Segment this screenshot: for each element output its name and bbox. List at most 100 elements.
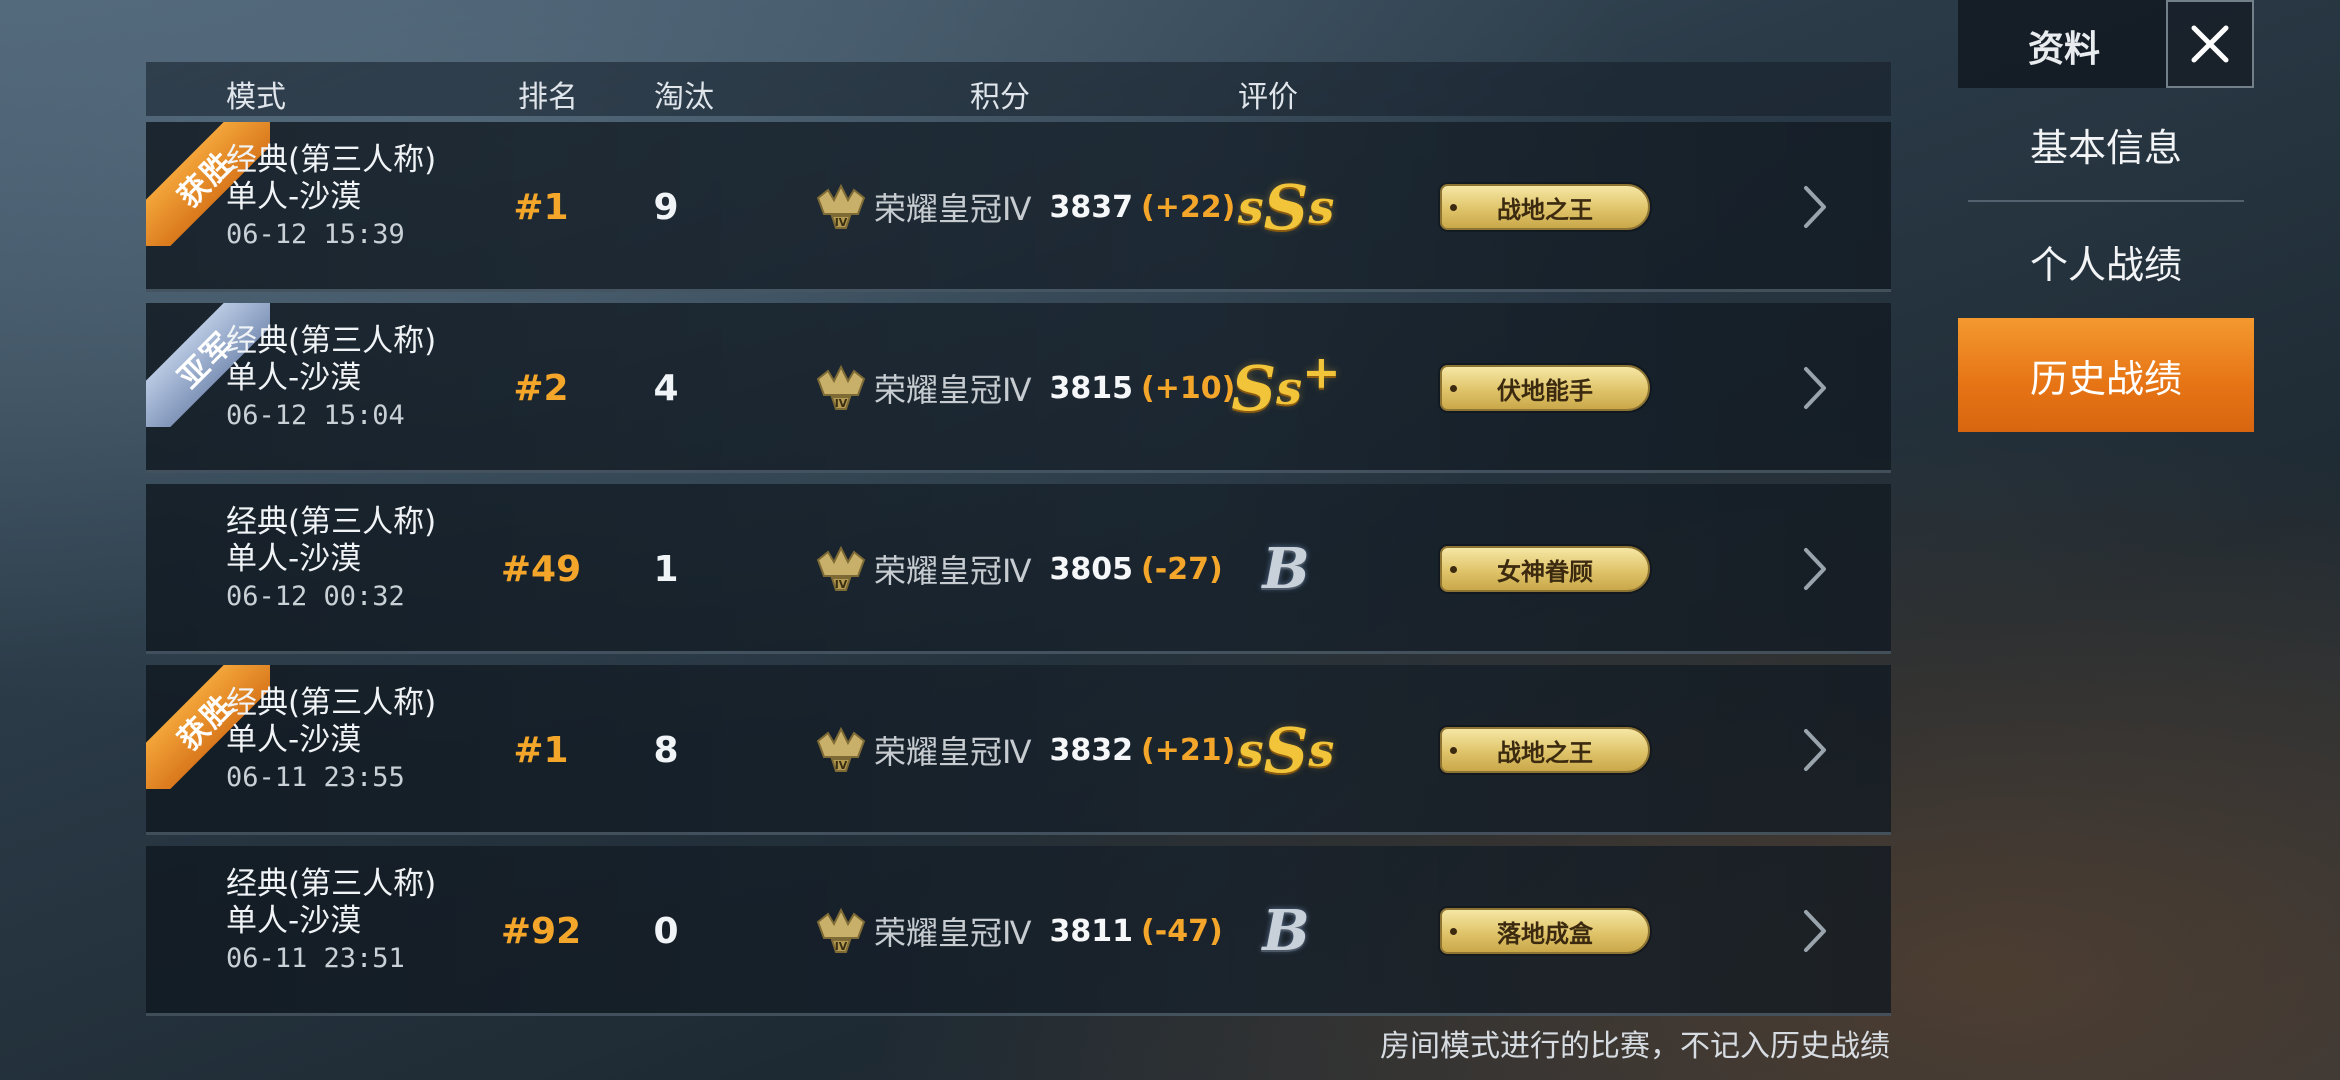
match-timestamp: 06-11 23:55: [226, 762, 405, 793]
match-list: 获胜 经典(第三人称) 单人-沙漠 06-12 15:39 #1 9 IV 荣耀…: [146, 122, 1891, 1016]
grade-letter: s: [1308, 723, 1335, 777]
tier-name: 荣耀皇冠Ⅳ: [874, 914, 1032, 952]
header-points: 积分: [970, 80, 1030, 115]
match-kills: 1: [653, 548, 679, 590]
badge-label: 落地成盒: [1497, 919, 1593, 948]
badge-label: 伏地能手: [1497, 376, 1593, 405]
tier-points: IV 荣耀皇冠Ⅳ 3837 (+22): [816, 122, 1235, 292]
match-row[interactable]: 获胜 经典(第三人称) 单人-沙漠 06-12 15:39 #1 9 IV 荣耀…: [146, 122, 1891, 292]
header-rank: 排名: [518, 80, 578, 115]
svg-text:IV: IV: [835, 216, 848, 229]
badge-dot: [1450, 385, 1457, 392]
chevron-right-icon: [1804, 186, 1826, 228]
grade-plus: +: [1302, 345, 1341, 399]
tier-score: 3815: [1049, 370, 1134, 406]
match-title-badge: 战地之王: [1440, 184, 1650, 230]
grade-letter: S: [1263, 713, 1309, 787]
row-detail-button[interactable]: [1792, 365, 1838, 411]
match-grade: B: [1216, 484, 1356, 654]
match-title-badge: 女神眷顾: [1440, 546, 1650, 592]
grade-letter: s: [1237, 723, 1264, 777]
match-grade: sSs: [1216, 122, 1356, 292]
match-title-badge: 伏地能手: [1440, 365, 1650, 411]
match-timestamp: 06-12 15:04: [226, 400, 405, 431]
match-mode: 经典(第三人称) 单人-沙漠 06-11 23:51: [226, 866, 436, 977]
row-detail-button[interactable]: [1792, 727, 1838, 773]
match-kills: 0: [653, 910, 679, 952]
match-mode: 经典(第三人称) 单人-沙漠 06-12 00:32: [226, 504, 436, 615]
match-row[interactable]: 经典(第三人称) 单人-沙漠 06-12 00:32 #49 1 IV 荣耀皇冠…: [146, 484, 1891, 654]
mode-map: 单人-沙漠: [226, 903, 362, 939]
crown-tier-icon: IV: [816, 727, 866, 772]
row-detail-button[interactable]: [1792, 546, 1838, 592]
tier-name: 荣耀皇冠Ⅳ: [874, 552, 1032, 590]
grade-letter: s: [1276, 361, 1303, 415]
tier-name: 荣耀皇冠Ⅳ: [874, 371, 1032, 409]
match-grade: sSs: [1216, 665, 1356, 835]
close-icon: [2191, 25, 2229, 63]
side-panel-header: 资料: [1958, 0, 2254, 88]
chevron-right-icon: [1804, 729, 1826, 771]
tier-name: 荣耀皇冠Ⅳ: [874, 190, 1032, 228]
match-kills: 4: [653, 367, 679, 409]
close-button[interactable]: [2166, 0, 2254, 88]
tier-score: 3805: [1049, 551, 1134, 587]
badge-dot: [1450, 566, 1457, 573]
score-delta: (-27): [1141, 551, 1223, 587]
mode-name: 经典(第三人称): [226, 685, 437, 721]
svg-text:IV: IV: [835, 578, 848, 591]
row-detail-button[interactable]: [1792, 908, 1838, 954]
tier-points: IV 荣耀皇冠Ⅳ 3811 (-47): [816, 846, 1223, 1016]
match-rank: #1: [513, 186, 569, 228]
tier-score: 3811: [1049, 913, 1134, 949]
chevron-right-icon: [1804, 548, 1826, 590]
table-header: 模式 排名 淘汰 积分 评价: [146, 62, 1891, 116]
match-timestamp: 06-12 00:32: [226, 581, 405, 612]
side-panel-title: 资料: [2028, 29, 2101, 70]
menu-item-basic-info[interactable]: 基本信息: [1968, 88, 2244, 202]
match-row[interactable]: 亚军 经典(第三人称) 单人-沙漠 06-12 15:04 #2 4 IV 荣耀…: [146, 303, 1891, 473]
menu-item-match-history[interactable]: 历史战绩: [1958, 318, 2254, 432]
tier-score: 3832: [1049, 732, 1134, 768]
match-timestamp: 06-12 15:39: [226, 219, 405, 250]
grade-letter: s: [1237, 180, 1264, 234]
badge-dot: [1450, 747, 1457, 754]
tier-score: 3837: [1049, 189, 1134, 225]
header-rating: 评价: [1238, 80, 1298, 115]
row-detail-button[interactable]: [1792, 184, 1838, 230]
match-rank: #49: [500, 548, 582, 590]
mode-name: 经典(第三人称): [226, 866, 437, 902]
menu-item-personal-stats[interactable]: 个人战绩: [1968, 204, 2244, 318]
tier-points: IV 荣耀皇冠Ⅳ 3815 (+10): [816, 303, 1235, 473]
chevron-right-icon: [1804, 910, 1826, 952]
crown-tier-icon: IV: [816, 908, 866, 953]
mode-name: 经典(第三人称): [226, 323, 437, 359]
grade-letter: S: [1231, 351, 1277, 425]
footer-note: 房间模式进行的比赛，不记入历史战绩: [1380, 1029, 1890, 1064]
match-row[interactable]: 获胜 经典(第三人称) 单人-沙漠 06-11 23:55 #1 8 IV 荣耀…: [146, 665, 1891, 835]
match-rank: #92: [500, 910, 582, 952]
tier-name: 荣耀皇冠Ⅳ: [874, 733, 1032, 771]
score-delta: (-47): [1141, 913, 1223, 949]
match-title-badge: 落地成盒: [1440, 908, 1650, 954]
match-mode: 经典(第三人称) 单人-沙漠 06-12 15:39: [226, 142, 436, 253]
mode-map: 单人-沙漠: [226, 179, 362, 215]
side-panel: 资料 基本信息 个人战绩 历史战绩: [1958, 0, 2254, 1080]
svg-text:IV: IV: [835, 940, 848, 953]
mode-name: 经典(第三人称): [226, 142, 437, 178]
match-title-badge: 战地之王: [1440, 727, 1650, 773]
badge-dot: [1450, 204, 1457, 211]
match-grade: Ss +: [1216, 303, 1356, 473]
mode-map: 单人-沙漠: [226, 722, 362, 758]
header-kills: 淘汰: [654, 80, 714, 115]
svg-text:IV: IV: [835, 397, 848, 410]
menu-item-label: 个人战绩: [2029, 242, 2182, 287]
badge-dot: [1450, 928, 1457, 935]
match-history-table: 模式 排名 淘汰 积分 评价 获胜 经典(第三人称) 单人-沙漠 06-12 1…: [146, 62, 1891, 1027]
match-kills: 9: [653, 186, 679, 228]
match-row[interactable]: 经典(第三人称) 单人-沙漠 06-11 23:51 #92 0 IV 荣耀皇冠…: [146, 846, 1891, 1016]
menu-item-label: 基本信息: [2029, 125, 2182, 170]
match-timestamp: 06-11 23:51: [226, 943, 405, 974]
grade-letter: B: [1262, 536, 1310, 602]
crown-tier-icon: IV: [816, 546, 866, 591]
